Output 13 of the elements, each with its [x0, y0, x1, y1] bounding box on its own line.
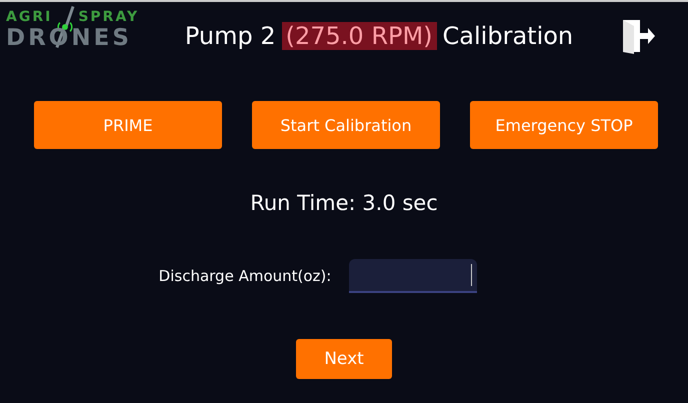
action-button[interactable]: Start Calibration [252, 101, 440, 149]
run-time-text: Run Time: 3.0 sec [249, 191, 439, 215]
exit-icon[interactable] [622, 18, 656, 54]
title-text: Pump 2 [184, 22, 276, 50]
rpm-reading: (275.0 RPM) [282, 22, 437, 50]
input-field[interactable] [349, 259, 478, 293]
action-button[interactable]: PRIME [34, 101, 222, 149]
action-button[interactable]: Emergency STOP [470, 101, 658, 149]
next-button[interactable]: Next [296, 339, 392, 379]
logo-text: SPRAY [78, 9, 140, 25]
title-text: Calibration [442, 22, 574, 50]
logo-text: AGRI [6, 9, 52, 25]
field-label: Discharge Amount(oz): [158, 267, 332, 285]
